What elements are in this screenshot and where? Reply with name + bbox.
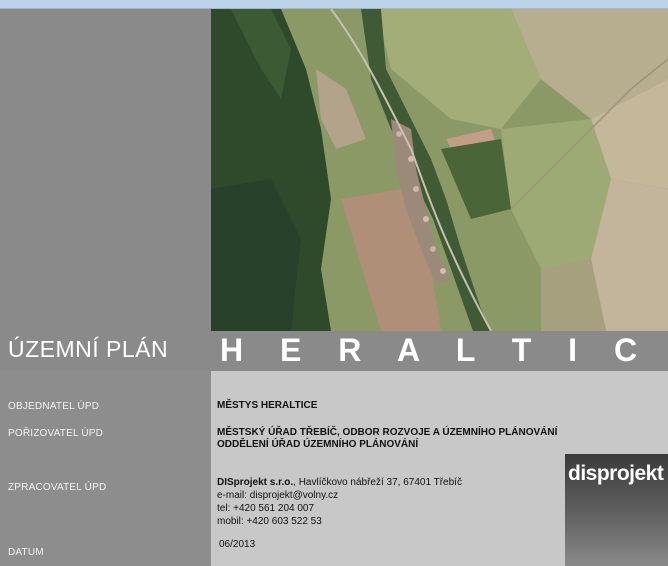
zpracovatel-mobil: mobil: +420 603 522 53: [217, 516, 322, 527]
datum-value: 06/2013: [219, 539, 256, 550]
zpracovatel-company-line: DISprojekt s.r.o., Havlíčkovo nábřeží 37…: [217, 477, 462, 489]
objednatel-label: OBJEDNATEL ÚPD: [8, 401, 100, 412]
datum-label: DATUM: [8, 547, 44, 558]
disprojekt-logo-text: disprojekt: [568, 462, 664, 485]
aerial-photo: [211, 9, 668, 331]
zpracovatel-email: e-mail: disprojekt@volny.cz: [217, 490, 339, 501]
window-top-bar: [0, 0, 668, 9]
zpracovatel-address: , Havlíčkovo nábřeží 37, 67401 Třebíč: [293, 477, 462, 488]
porizovatel-value-line2: ODDĚLENÍ ÚŘAD ÚZEMNÍHO PLÁNOVÁNÍ: [217, 439, 419, 450]
porizovatel-value-line1: MĚSTSKÝ ÚŘAD TŘEBÍČ, ODBOR ROZVOJE A ÚZE…: [217, 427, 558, 438]
zpracovatel-tel: tel: +420 561 204 007: [217, 503, 315, 514]
porizovatel-label: POŘIZOVATEL ÚPD: [8, 428, 104, 439]
left-gray-panel: [0, 9, 211, 331]
document-type-title: ÚZEMNÍ PLÁN: [8, 336, 169, 362]
zpracovatel-company: DISprojekt s.r.o.: [217, 477, 294, 488]
objednatel-value: MĚSTYS HERALTICE: [217, 400, 318, 411]
zpracovatel-label: ZPRACOVATEL ÚPD: [8, 482, 107, 493]
